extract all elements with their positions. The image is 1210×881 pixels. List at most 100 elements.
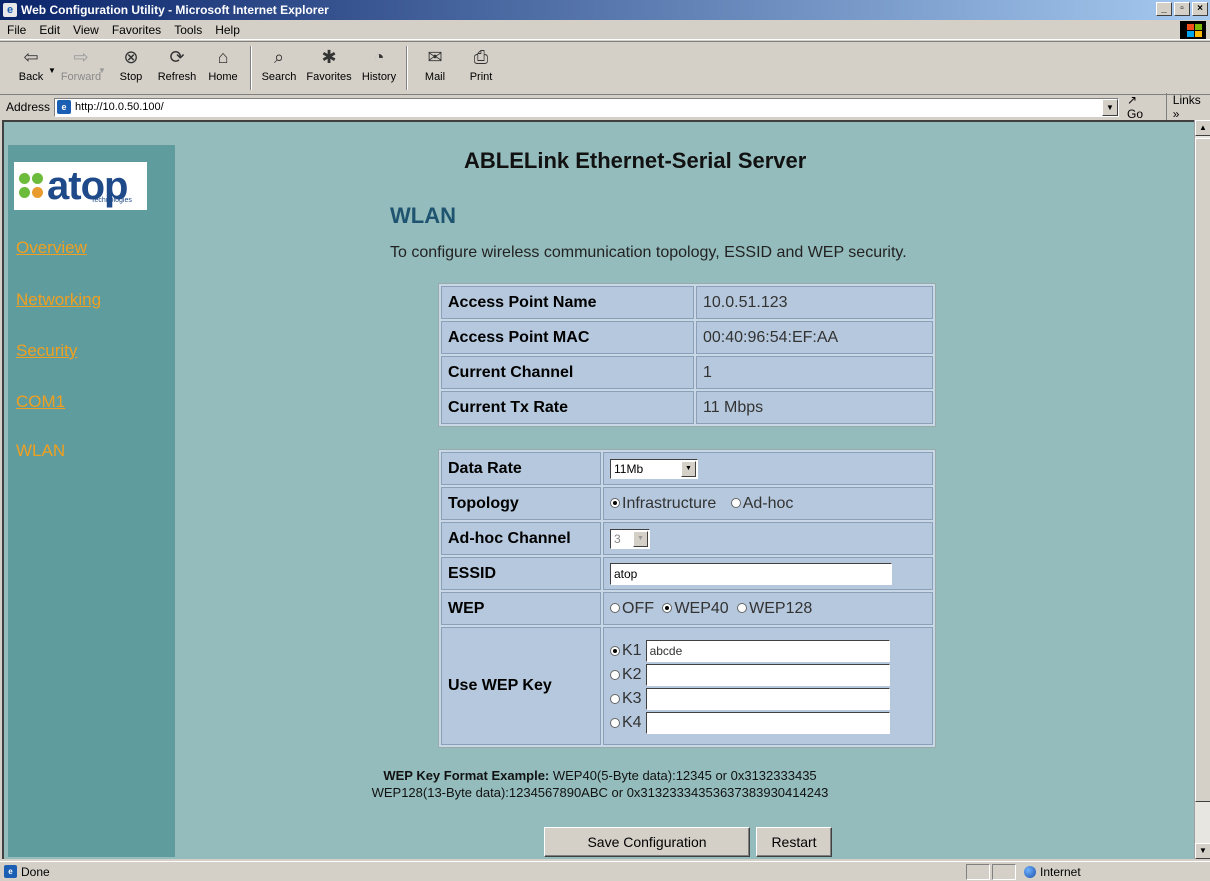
nav-security[interactable]: Security <box>16 341 77 361</box>
nav-wlan[interactable]: WLAN <box>16 441 65 461</box>
save-configuration-button[interactable]: Save Configuration <box>544 827 750 857</box>
scroll-down-icon[interactable]: ▼ <box>1195 843 1210 859</box>
wep-key4-radio[interactable] <box>610 718 620 728</box>
wep-key3-radio[interactable] <box>610 694 620 704</box>
stop-icon: ⊗ <box>123 46 139 67</box>
window-title-bar: e Web Configuration Utility - Microsoft … <box>0 0 1210 20</box>
data-rate-cell: 11Mb ▼ <box>603 452 933 485</box>
vertical-scrollbar[interactable]: ▲ ▼ <box>1194 120 1210 859</box>
wep-key-row: K2 <box>610 663 926 687</box>
wep-key3-input[interactable] <box>645 688 890 710</box>
globe-icon <box>1024 866 1036 878</box>
wep-key4-input[interactable] <box>645 712 890 734</box>
info-value: 00:40:96:54:EF:AA <box>696 321 933 354</box>
topology-cell: Infrastructure Ad-hoc <box>603 487 933 520</box>
status-done: e Done <box>0 865 50 879</box>
table-row: Access Point MAC 00:40:96:54:EF:AA <box>441 321 933 354</box>
forward-dropdown-icon[interactable]: ▼ <box>98 66 108 75</box>
wep-off-radio[interactable] <box>610 603 620 614</box>
favorites-icon: ✱ <box>321 46 337 67</box>
menu-help[interactable]: Help <box>208 23 246 37</box>
page-icon: e <box>57 100 72 114</box>
refresh-button[interactable]: ⟳ Refresh <box>154 42 200 94</box>
wep-key1-radio[interactable] <box>610 646 620 656</box>
page-content: atop Technologies Overview Networking Se… <box>2 120 1194 859</box>
logo-subtitle: Technologies <box>91 197 132 204</box>
menu-view[interactable]: View <box>66 23 105 37</box>
topology-adhoc-radio[interactable] <box>730 498 741 509</box>
restart-button[interactable]: Restart <box>756 827 832 857</box>
menu-favorites[interactable]: Favorites <box>105 23 167 37</box>
page-title: ABLELink Ethernet-Serial Server <box>464 148 807 173</box>
address-url: http://10.0.50.100/ <box>75 101 164 113</box>
menu-tools[interactable]: Tools <box>167 23 208 37</box>
maximize-button[interactable]: ▫ <box>1174 2 1190 16</box>
favorites-button[interactable]: ✱ Favorites <box>302 42 356 94</box>
section-title: WLAN <box>390 203 456 228</box>
use-wep-key-label: Use WEP Key <box>441 627 601 745</box>
go-button[interactable]: ↗ Go <box>1127 93 1156 121</box>
status-bar: e Done Internet <box>0 861 1210 881</box>
print-button[interactable]: ⎙ Print <box>458 42 504 94</box>
chevron-down-icon: ▼ <box>681 460 696 477</box>
access-point-info-table: Access Point Name 10.0.51.123 Access Poi… <box>438 283 936 427</box>
table-row: ESSID atop <box>441 557 933 590</box>
minimize-button[interactable]: _ <box>1156 2 1172 16</box>
close-button[interactable]: × <box>1192 2 1208 16</box>
history-button[interactable]: ◔ History <box>356 42 402 94</box>
chevron-down-icon: ▼ <box>633 530 648 547</box>
nav-networking[interactable]: Networking <box>16 290 101 310</box>
wep-wep40-radio[interactable] <box>662 603 673 614</box>
topology-label: Topology <box>441 487 601 520</box>
essid-input[interactable]: atop <box>610 562 892 585</box>
stop-button[interactable]: ⊗ Stop <box>108 42 154 94</box>
info-value: 10.0.51.123 <box>696 286 933 319</box>
menu-bar: File Edit View Favorites Tools Help <box>0 20 1210 40</box>
nav-overview[interactable]: Overview <box>16 238 87 258</box>
wep-label: WEP <box>441 592 601 625</box>
window-title: Web Configuration Utility - Microsoft In… <box>21 3 329 17</box>
links-button[interactable]: Links » <box>1165 93 1210 121</box>
adhoc-channel-select[interactable]: 3 ▼ <box>610 528 650 549</box>
wep-wep128-radio[interactable] <box>737 603 748 614</box>
windows-logo-icon <box>1180 21 1206 39</box>
table-row: Data Rate 11Mb ▼ <box>441 452 933 485</box>
page-status-icon: e <box>4 865 17 878</box>
wep-key2-input[interactable] <box>645 664 890 686</box>
info-key: Current Tx Rate <box>441 391 694 424</box>
address-dropdown-icon[interactable]: ▼ <box>1102 98 1118 116</box>
topology-infrastructure-radio[interactable] <box>610 498 620 509</box>
data-rate-label: Data Rate <box>441 452 601 485</box>
essid-cell: atop <box>603 557 933 590</box>
status-panel <box>966 864 990 880</box>
adhoc-channel-cell: 3 ▼ <box>603 522 933 555</box>
status-panel <box>992 864 1016 880</box>
search-button[interactable]: ⌕ Search <box>256 42 302 94</box>
data-rate-select[interactable]: 11Mb ▼ <box>610 458 698 479</box>
mail-icon: ✉ <box>427 46 443 67</box>
wep-cell: OFF WEP40 WEP128 <box>603 592 933 625</box>
refresh-icon: ⟳ <box>169 46 185 67</box>
table-row: Current Tx Rate 11 Mbps <box>441 391 933 424</box>
scroll-thumb[interactable] <box>1195 138 1210 802</box>
table-row: Access Point Name 10.0.51.123 <box>441 286 933 319</box>
wep-key1-input[interactable]: abcde <box>645 640 890 662</box>
ie-app-icon: e <box>3 3 17 17</box>
back-dropdown-icon[interactable]: ▼ <box>48 66 58 75</box>
home-button[interactable]: ⌂ Home <box>200 42 246 94</box>
mail-button[interactable]: ✉ Mail <box>412 42 458 94</box>
atop-logo-mark-icon <box>17 171 47 201</box>
address-bar: Address e http://10.0.50.100/ ▼ ↗ Go Lin… <box>0 93 1210 121</box>
menu-edit[interactable]: Edit <box>32 23 66 37</box>
wep-format-hint-line2: WEP128(13-Byte data):1234567890ABC or 0x… <box>371 785 829 800</box>
scroll-up-icon[interactable]: ▲ <box>1195 120 1210 136</box>
address-input[interactable]: e http://10.0.50.100/ ▼ <box>54 97 1119 117</box>
info-key: Access Point Name <box>441 286 694 319</box>
info-key: Access Point MAC <box>441 321 694 354</box>
wep-key2-radio[interactable] <box>610 670 620 680</box>
menu-file[interactable]: File <box>0 23 32 37</box>
forward-arrow-icon: ⇨ <box>73 46 89 67</box>
nav-com1[interactable]: COM1 <box>16 392 65 412</box>
wep-key-row: K3 <box>610 687 926 711</box>
back-arrow-icon: ⇦ <box>23 46 39 67</box>
